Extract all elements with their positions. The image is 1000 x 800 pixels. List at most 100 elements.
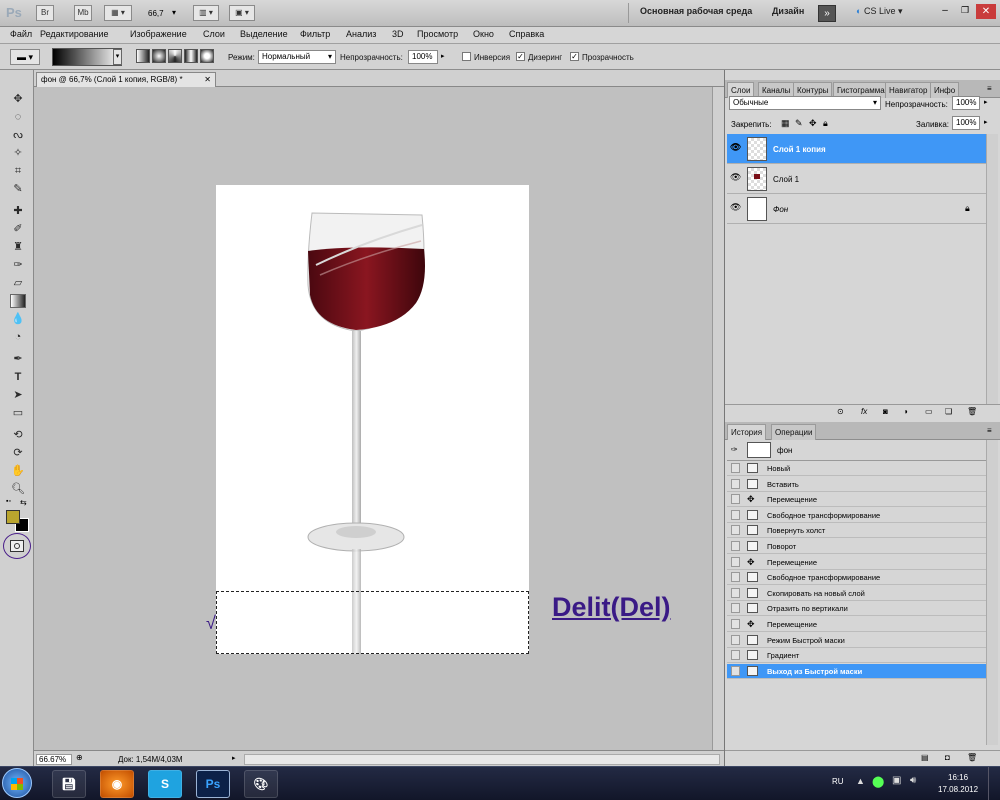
lock-all-icon[interactable]: 🔒︎ [823,118,828,129]
volume-icon[interactable]: 🔊︎ [910,775,916,786]
layer-row[interactable]: 👁︎ Слой 1 [727,164,986,194]
clock-time[interactable]: 16:16 [948,773,968,782]
eye-icon[interactable]: 👁︎ [730,142,742,154]
zoom-status-field[interactable]: 66.67% [36,754,72,765]
horizontal-scrollbar[interactable] [244,754,720,765]
history-item[interactable]: Скопировать на новый слой [727,586,986,601]
history-item[interactable]: ✥ Перемещение [727,617,986,632]
history-item[interactable]: ✥ Перемещение [727,492,986,508]
photoshop-taskbar-icon[interactable]: Ps [196,770,230,798]
document-canvas[interactable] [216,185,529,654]
transparency-checkbox[interactable]: ✓ [570,52,579,61]
linear-gradient-icon[interactable] [136,49,150,63]
eye-icon[interactable]: 👁︎ [730,202,742,214]
opacity-input[interactable]: 100% [408,50,438,64]
cs-live-button[interactable]: ◐ CS Live ▾ [856,6,903,17]
tab-actions[interactable]: Операции [771,424,817,440]
adjustment-layer-icon[interactable]: ◑ [903,407,908,416]
lock-transparency-icon[interactable]: ▦ [781,118,790,129]
close-tab-icon[interactable]: ✕ [204,73,211,86]
eyedropper-tool-icon[interactable]: ✎ [10,182,26,196]
dodge-tool-icon[interactable]: ◔ [10,330,26,344]
reflected-gradient-icon[interactable] [184,49,198,63]
lasso-tool-icon[interactable]: ᔓ [10,128,26,142]
brush-tool-icon[interactable]: ✐ [10,222,26,236]
history-source-checkbox[interactable] [731,572,740,583]
bridge-button[interactable]: Br [36,5,54,21]
document-tab[interactable]: фон @ 66,7% (Слой 1 копия, RGB/8) * ✕ [36,72,216,87]
history-source-checkbox[interactable] [731,650,740,661]
language-indicator[interactable]: RU [832,777,844,786]
view-extras-button[interactable]: ▦ ▾ [104,5,132,21]
history-scrollbar[interactable] [986,440,998,745]
history-snapshot[interactable]: ✑ фон [727,440,986,461]
tool-preset-picker[interactable]: ▬ ▾ [10,49,40,65]
minimize-button[interactable]: – [935,5,955,19]
history-item[interactable]: Поворот [727,539,986,554]
path-selection-tool-icon[interactable]: ➤ [10,388,26,402]
layers-scrollbar[interactable] [986,134,998,404]
type-tool-icon[interactable]: T [10,370,26,384]
trash-icon[interactable]: 🗑︎ [967,753,977,762]
more-workspaces-button[interactable]: » [818,5,836,22]
menu-analysis[interactable]: Анализ [346,29,376,39]
3d-rotate-tool-icon[interactable]: ⟲ [10,428,26,442]
trash-icon[interactable]: 🗑︎ [967,407,977,416]
marquee-tool-icon[interactable]: ◌ [10,110,26,124]
history-item[interactable]: Свободное трансформирование [727,570,986,586]
eraser-tool-icon[interactable]: ▱ [10,276,26,290]
history-source-checkbox[interactable] [731,541,740,551]
history-item[interactable]: Градиент [727,648,986,664]
history-source-checkbox[interactable] [731,509,740,520]
foreground-color-swatch[interactable] [6,510,20,524]
firefox-icon[interactable]: ◉ [100,770,134,798]
menu-file[interactable]: Файл [10,29,32,39]
chevron-right-icon[interactable]: ▸ [441,52,445,60]
chevron-right-icon[interactable]: ▸ [984,98,988,106]
zoom-tool-icon[interactable]: 🔍︎ [10,482,26,496]
history-source-checkbox[interactable] [731,463,740,473]
history-item[interactable]: ✥ Перемещение [727,555,986,570]
layer-name[interactable]: Слой 1 [773,175,799,184]
layer-name[interactable]: Слой 1 копия [773,145,826,154]
history-source-checkbox[interactable] [731,525,740,536]
skype-icon[interactable]: S [148,770,182,798]
history-item[interactable]: Новый [727,461,986,476]
vertical-scrollbar[interactable] [712,87,724,750]
history-item[interactable]: Вставить [727,477,986,492]
snapshot-camera-icon[interactable]: ◘ [945,753,950,762]
swap-colors-icon[interactable]: ⇆ [20,498,27,507]
radial-gradient-icon[interactable] [152,49,166,63]
panel-menu-icon[interactable]: ≡ [987,426,992,435]
default-colors-icon[interactable]: ▪▫ [6,498,11,505]
rectangle-tool-icon[interactable]: ▭ [10,406,26,420]
arrange-documents-button[interactable]: ▥ ▾ [193,5,219,21]
pen-tool-icon[interactable]: ✒ [10,352,26,366]
history-item[interactable]: Режим Быстрой маски [727,633,986,648]
clone-stamp-tool-icon[interactable]: ♜ [10,240,26,254]
history-source-checkbox[interactable] [731,634,740,645]
chevron-right-icon[interactable]: ▸ [232,754,236,762]
history-brush-tool-icon[interactable]: ✑ [10,258,26,272]
move-tool-icon[interactable]: ✥ [10,92,26,106]
history-source-checkbox[interactable] [731,556,740,567]
layer-blend-mode-select[interactable]: Обычные ▾ [729,96,881,110]
menu-window[interactable]: Окно [473,29,494,39]
diamond-gradient-icon[interactable] [200,49,214,63]
fill-input[interactable]: 100% [952,116,980,130]
healing-brush-tool-icon[interactable]: ✚ [10,204,26,218]
new-document-from-state-icon[interactable]: ▤ [921,753,929,762]
new-group-icon[interactable]: ▭ [925,407,933,416]
chevron-down-icon[interactable]: ▾ [113,49,122,65]
history-source-checkbox[interactable] [731,619,740,629]
menu-3d[interactable]: 3D [392,29,404,39]
tab-history[interactable]: История [727,424,767,440]
history-brush-icon[interactable]: ✑ [731,445,738,454]
add-mask-icon[interactable]: ◙ [883,407,888,416]
layer-style-icon[interactable]: fx [861,407,867,416]
clock-date[interactable]: 17.08.2012 [938,785,978,794]
restore-button[interactable]: ❐ [955,5,975,19]
lock-move-icon[interactable]: ✥ [809,118,817,129]
history-item[interactable]: Повернуть холст [727,523,986,539]
eye-icon[interactable]: 👁︎ [730,172,742,184]
